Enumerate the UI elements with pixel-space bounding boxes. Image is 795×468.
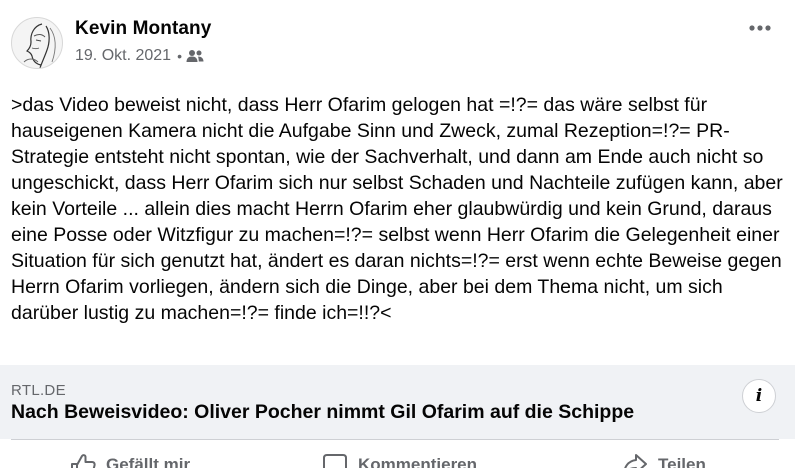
like-button[interactable]: Gefällt mir <box>70 453 190 468</box>
link-title[interactable]: Nach Beweisvideo: Oliver Pocher nimmt Gi… <box>11 401 634 424</box>
action-bar: Gefällt mir Kommentieren Teilen <box>0 440 795 468</box>
post-header: Kevin Montany 19. Okt. 2021 • <box>0 0 795 90</box>
like-label: Gefällt mir <box>106 455 191 468</box>
more-options-button[interactable] <box>744 14 776 42</box>
link-preview-card[interactable]: RTL.DE Nach Beweisvideo: Oliver Pocher n… <box>0 365 795 439</box>
comment-button[interactable]: Kommentieren <box>322 453 477 468</box>
more-horizontal-icon <box>749 25 771 31</box>
friends-icon[interactable] <box>186 48 204 64</box>
thumbs-up-icon <box>71 454 96 468</box>
share-icon <box>624 454 647 468</box>
avatar-sketch-icon <box>23 23 56 68</box>
link-domain: RTL.DE <box>11 382 66 399</box>
info-button[interactable]: i <box>742 379 776 413</box>
post-meta: 19. Okt. 2021 • <box>75 47 204 65</box>
share-label: Teilen <box>658 455 706 468</box>
author-name[interactable]: Kevin Montany <box>75 18 211 40</box>
comment-icon <box>323 454 347 468</box>
comment-label: Kommentieren <box>358 455 478 468</box>
post-date[interactable]: 19. Okt. 2021 <box>75 47 171 65</box>
meta-separator: • <box>177 48 182 64</box>
avatar[interactable] <box>11 17 63 69</box>
post-text: >das Video beweist nicht, dass Herr Ofar… <box>11 94 783 324</box>
share-button[interactable]: Teilen <box>622 453 706 468</box>
